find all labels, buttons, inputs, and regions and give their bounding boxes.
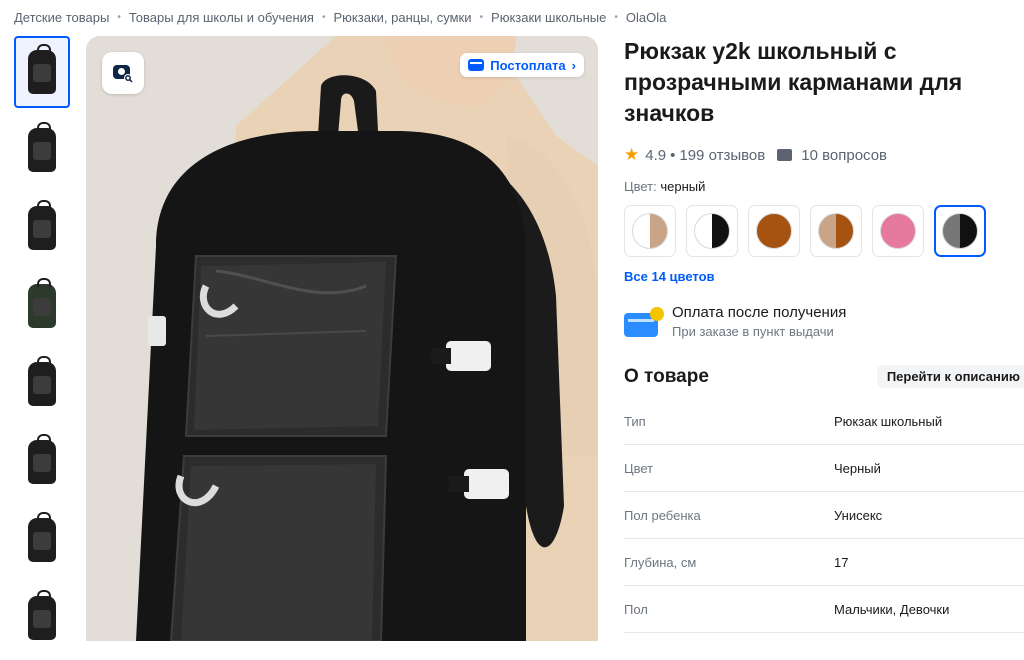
rating-separator: • — [670, 146, 676, 164]
breadcrumb-separator: • — [321, 11, 326, 23]
color-dot — [694, 213, 730, 249]
about-header: О товаре Перейти к описанию — [624, 365, 1024, 388]
property-value: Мальчики, Девочки — [834, 601, 950, 617]
goto-description-button[interactable]: Перейти к описанию — [876, 365, 1024, 388]
property-value: Рюкзак школьный — [834, 413, 943, 429]
breadcrumb-item[interactable]: Рюкзаки школьные — [491, 10, 606, 25]
card-icon — [468, 59, 485, 71]
thumbnail-strip — [14, 36, 72, 660]
backpack-thumbnail-image — [28, 434, 56, 484]
rating-value: 4.9 — [645, 146, 667, 164]
coin-shape — [650, 306, 664, 321]
color-label: Цвет: черный — [624, 179, 1024, 194]
color-swatch-black[interactable] — [934, 205, 986, 257]
rating-row[interactable]: ★ 4.9 • 199 отзывов 10 вопросов — [624, 145, 1024, 165]
property-row: Цвет Черный — [624, 445, 1024, 492]
color-dot — [818, 213, 854, 249]
color-swatch-beige-white[interactable] — [624, 205, 676, 257]
thumbnail[interactable] — [14, 36, 70, 108]
breadcrumb-separator: • — [117, 11, 121, 23]
color-dot — [942, 213, 978, 249]
color-swatch-brown-mix[interactable] — [810, 205, 862, 257]
breadcrumb: Детские товары • Товары для школы и обуче… — [14, 8, 666, 26]
property-key: Пол ребенка — [624, 507, 701, 523]
property-row: Тип Рюкзак школьный — [624, 398, 1024, 445]
color-dot — [880, 213, 916, 249]
postpay-badge[interactable]: Постоплата › — [460, 53, 584, 77]
property-key: Глубина, см — [624, 554, 697, 570]
thumbnail[interactable] — [14, 270, 70, 342]
thumbnail[interactable] — [14, 504, 70, 576]
color-label-value: черный — [660, 179, 706, 194]
backpack-thumbnail-image — [28, 590, 56, 640]
properties-table: Тип Рюкзак школьный Цвет Черный Пол ребенк… — [624, 398, 1024, 633]
breadcrumb-item[interactable]: Детские товары — [14, 10, 109, 25]
breadcrumb-separator: • — [479, 11, 484, 23]
property-value: 17 — [834, 554, 849, 570]
breadcrumb-item[interactable]: OlaOla — [626, 10, 666, 25]
payment-title: Оплата после получения — [672, 304, 847, 321]
property-key: Тип — [624, 413, 646, 429]
product-main-image[interactable] — [86, 36, 598, 641]
backpack-thumbnail-image — [28, 278, 56, 328]
all-colors-link[interactable]: Все 14 цветов — [624, 269, 1024, 284]
thumbnail[interactable] — [14, 348, 70, 420]
payment-info[interactable]: Оплата после получения При заказе в пунк… — [624, 304, 1024, 339]
camera-search-icon — [113, 65, 133, 83]
color-swatch-brown[interactable] — [748, 205, 800, 257]
chevron-right-icon: › — [571, 57, 576, 73]
property-value: Черный — [834, 460, 881, 476]
property-key: Цвет — [624, 460, 654, 476]
photo-search-icon[interactable] — [102, 52, 144, 94]
breadcrumb-item[interactable]: Рюкзаки, ранцы, сумки — [334, 10, 472, 25]
breadcrumb-separator: • — [614, 11, 618, 23]
thumbnail[interactable] — [14, 114, 70, 186]
property-row: Пол ребенка Унисекс — [624, 492, 1024, 539]
color-dot — [632, 213, 668, 249]
breadcrumb-item[interactable]: Товары для школы и обучения — [129, 10, 314, 25]
backpack-thumbnail-image — [28, 200, 56, 250]
backpack-thumbnail-image — [28, 512, 56, 562]
credit-card-icon — [624, 306, 664, 337]
backpack-thumbnail-image — [28, 356, 56, 406]
postpay-label: Постоплата — [490, 57, 566, 73]
property-key: Пол — [624, 601, 648, 617]
property-row: Глубина, см 17 — [624, 539, 1024, 586]
product-title: Рюкзак y2k школьный с прозрачными карман… — [624, 38, 963, 126]
backpack-thumbnail-image — [28, 122, 56, 172]
reviews-count[interactable]: 199 отзывов — [679, 147, 765, 164]
thumbnail[interactable] — [14, 192, 70, 264]
about-heading: О товаре — [624, 365, 709, 387]
property-row: Пол Мальчики, Девочки — [624, 586, 1024, 633]
thumbnail[interactable] — [14, 582, 70, 654]
questions-count[interactable]: 10 вопросов — [801, 147, 887, 164]
questions-icon — [777, 149, 793, 161]
color-swatches — [624, 205, 1024, 257]
color-swatch-pink[interactable] — [872, 205, 924, 257]
backpack-thumbnail-image — [28, 44, 56, 94]
star-icon: ★ — [624, 145, 640, 164]
payment-subtitle: При заказе в пункт выдачи — [672, 324, 834, 339]
color-swatch-white-black[interactable] — [686, 205, 738, 257]
thumbnail[interactable] — [14, 426, 70, 498]
product-info: Рюкзак y2k школьный с прозрачными карман… — [624, 36, 1024, 633]
color-dot — [756, 213, 792, 249]
backpack-illustration — [86, 36, 598, 641]
color-label-key: Цвет: — [624, 179, 657, 194]
property-value: Унисекс — [834, 507, 883, 523]
